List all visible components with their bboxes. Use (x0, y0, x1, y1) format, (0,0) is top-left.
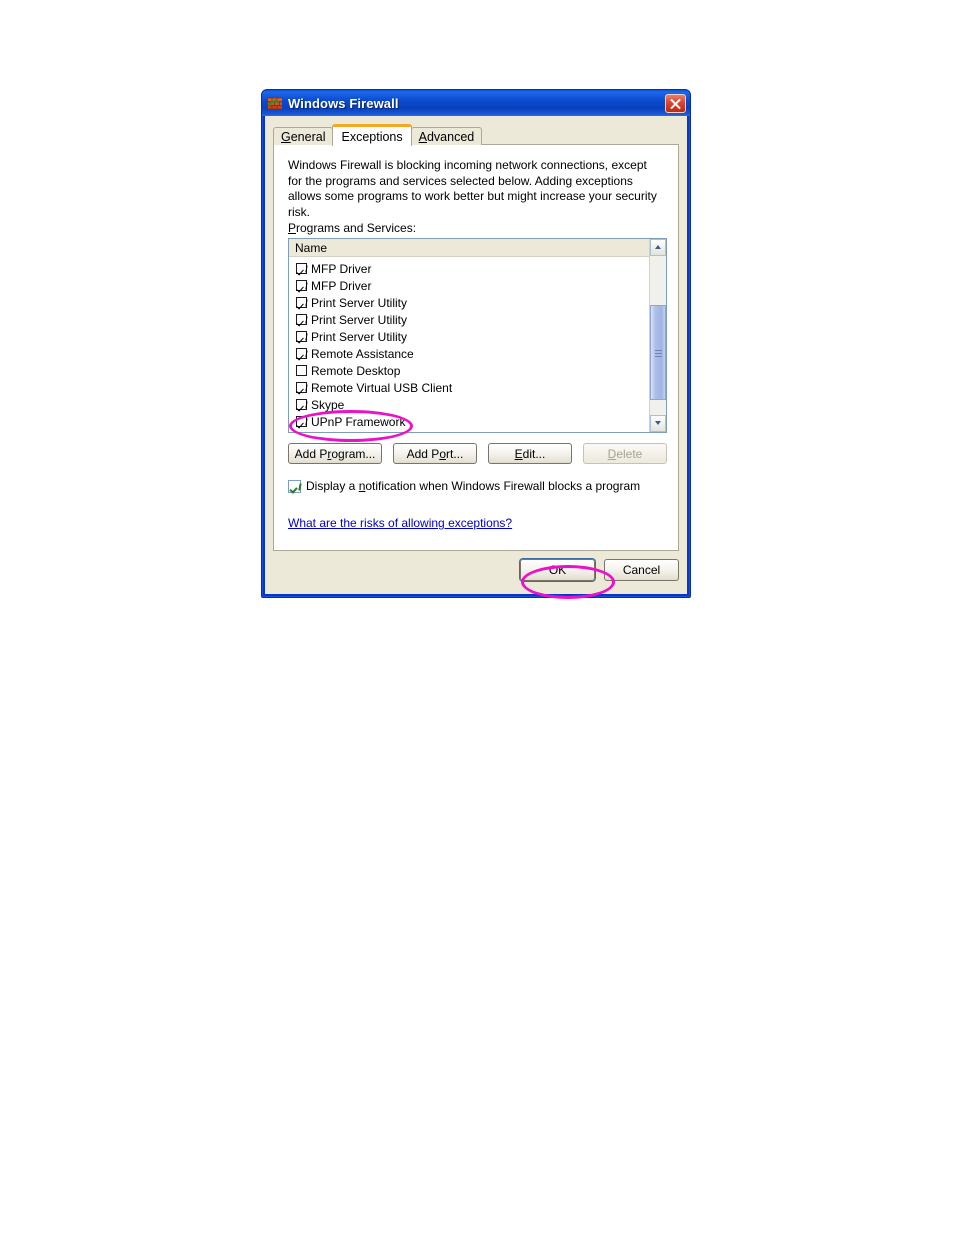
button-label-pre: Add P (406, 446, 440, 461)
list-item[interactable]: Print Server Utility (289, 328, 650, 345)
tab-exceptions[interactable]: Exceptions (332, 124, 412, 146)
scroll-up-icon[interactable] (650, 239, 666, 256)
list-item[interactable]: MFP Driver (289, 277, 650, 294)
button-label-accel: o (439, 446, 447, 461)
tab-general-label-rest: eneral (290, 130, 326, 144)
list-item-checkbox[interactable] (296, 331, 307, 342)
window-title: Windows Firewall (288, 95, 399, 111)
tab-exceptions-label: Exceptions (341, 130, 403, 144)
dialog-footer: OK Cancel (520, 559, 679, 581)
button-label-accel: E (514, 446, 523, 461)
list-item[interactable]: MFP Driver (289, 260, 650, 277)
button-label-post: dit... (522, 446, 546, 461)
tab-general[interactable]: General (273, 127, 334, 145)
tab-strip: General Exceptions Advanced (273, 124, 483, 146)
programs-services-label: Programs and Services: (288, 221, 416, 235)
intro-text: Windows Firewall is blocking incoming ne… (288, 158, 657, 219)
list-item-label: Print Server Utility (311, 295, 408, 310)
list-item[interactable]: Remote Assistance (289, 345, 650, 362)
close-icon[interactable] (665, 93, 686, 113)
list-item-label: MFP Driver (311, 278, 372, 293)
list-item-label: Print Server Utility (311, 312, 408, 327)
button-label-post: ogram... (331, 446, 376, 461)
exception-action-buttons: Add Pr ogram... Add Po rt... Edit... Delete (288, 443, 667, 464)
programs-services-accel: P (288, 221, 297, 235)
cancel-button[interactable]: Cancel (604, 559, 679, 581)
exceptions-tab-page: Windows Firewall is blocking incoming ne… (273, 144, 679, 551)
list-item[interactable]: Skype (289, 396, 650, 413)
list-item-checkbox[interactable] (296, 280, 307, 291)
tab-advanced-label-rest: dvanced (426, 130, 475, 144)
list-item-label: Skype (311, 397, 345, 412)
list-item[interactable]: Remote Virtual USB Client (289, 379, 650, 396)
delete-button: Delete (583, 443, 667, 464)
edit-button[interactable]: Edit... (488, 443, 572, 464)
scrollbar-thumb[interactable] (650, 305, 666, 400)
ok-button[interactable]: OK (520, 559, 595, 581)
button-label-pre: Add P (294, 446, 328, 461)
display-notification-checkbox-row[interactable]: Display a notification when Windows Fire… (288, 479, 640, 493)
list-item[interactable]: Print Server Utility (289, 311, 650, 328)
list-item-label: Print Server Utility (311, 329, 408, 344)
list-item-checkbox[interactable] (296, 399, 307, 410)
programs-services-label-rest: rograms and Services: (296, 221, 417, 235)
list-item-checkbox[interactable] (296, 297, 307, 308)
list-item[interactable]: Remote Desktop (289, 362, 650, 379)
button-label-post: elete (616, 446, 643, 461)
list-item-label: Remote Virtual USB Client (311, 380, 453, 395)
list-item-checkbox[interactable] (296, 365, 307, 376)
tab-advanced[interactable]: Advanced (410, 127, 483, 145)
firewall-brick-icon (267, 95, 283, 111)
list-item[interactable]: UPnP Framework (289, 413, 650, 430)
display-notification-label: Display a notification when Windows Fire… (306, 479, 641, 493)
add-port-button[interactable]: Add Po rt... (393, 443, 477, 464)
list-column-header-name[interactable]: Name (289, 239, 650, 257)
risks-link[interactable]: What are the risks of allowing exception… (288, 516, 512, 530)
list-item-checkbox[interactable] (296, 348, 307, 359)
list-body[interactable]: MFP Driver MFP Driver Print Server Utility… (289, 258, 650, 432)
list-item-checkbox[interactable] (296, 314, 307, 325)
list-item-label: UPnP Framework (311, 414, 406, 429)
list-item-checkbox[interactable] (296, 416, 307, 427)
button-label-post: rt... (446, 446, 464, 461)
dialog-client-area: General Exceptions Advanced Windows Fire… (265, 116, 687, 594)
list-item-checkbox[interactable] (296, 263, 307, 274)
list-item[interactable]: Print Server Utility (289, 294, 650, 311)
list-item-label: Remote Desktop (311, 363, 401, 378)
list-scrollbar[interactable] (649, 239, 666, 432)
programs-services-listbox[interactable]: Name MFP Driver MFP Driver Print Server Ut… (288, 238, 667, 433)
list-item-label: Remote Assistance (311, 346, 414, 361)
windows-firewall-dialog: Windows Firewall General Exceptions Adva… (261, 89, 691, 598)
button-label-accel: D (607, 446, 617, 461)
add-program-button[interactable]: Add Pr ogram... (288, 443, 382, 464)
list-item-label: MFP Driver (311, 261, 372, 276)
title-bar[interactable]: Windows Firewall (262, 90, 690, 116)
list-item-checkbox[interactable] (296, 382, 307, 393)
display-notification-checkbox[interactable] (288, 479, 301, 493)
scroll-down-icon[interactable] (650, 415, 666, 432)
